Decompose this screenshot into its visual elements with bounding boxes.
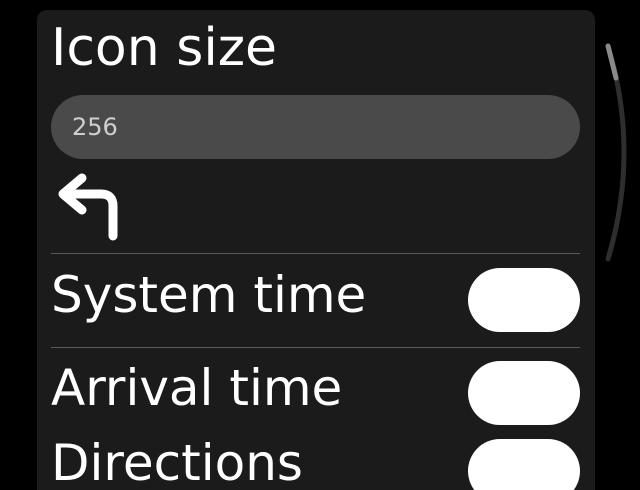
system-time-toggle[interactable]	[468, 268, 580, 332]
scrollbar[interactable]	[600, 40, 636, 265]
icon-size-title: Icon size	[51, 18, 278, 78]
directions-toggle[interactable]	[468, 439, 580, 490]
system-time-label: System time	[51, 266, 367, 324]
arrival-time-label: Arrival time	[51, 359, 343, 417]
divider	[51, 253, 580, 254]
turn-left-arrow-icon	[58, 173, 118, 241]
icon-size-value: 256	[72, 113, 118, 141]
icon-size-input[interactable]: 256	[51, 95, 580, 159]
divider	[51, 347, 580, 348]
arrival-time-toggle[interactable]	[468, 361, 580, 425]
settings-panel: Icon size 256 System time Arrival time D…	[37, 10, 595, 490]
directions-label: Directions	[51, 434, 303, 490]
